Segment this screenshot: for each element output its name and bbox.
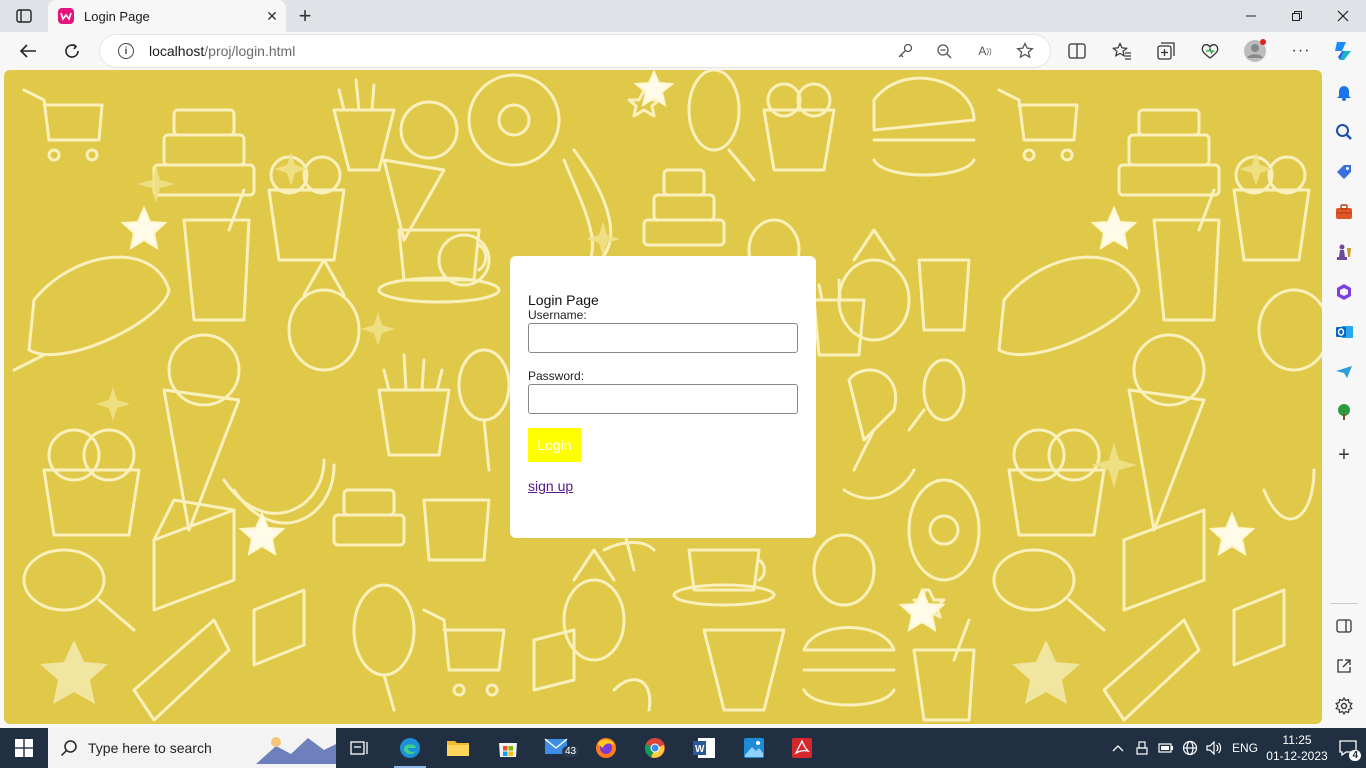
restore-icon[interactable] [1274, 0, 1320, 32]
refresh-icon[interactable] [57, 36, 87, 66]
acrobat-icon[interactable] [778, 728, 826, 768]
svg-text:W: W [695, 744, 705, 755]
system-tray: ENG 11:25 01-12-2023 4 [1106, 728, 1366, 768]
windows-start-icon[interactable] [0, 728, 48, 768]
tab-actions-icon[interactable] [8, 4, 40, 28]
tab-close-icon[interactable]: ✕ [258, 2, 286, 30]
hide-sidebar-icon[interactable] [1332, 614, 1356, 638]
photos-icon[interactable] [730, 728, 778, 768]
browser-essentials-icon[interactable] [1195, 36, 1225, 66]
key-icon[interactable] [895, 41, 915, 61]
tag-icon[interactable] [1332, 160, 1356, 184]
favorites-icon[interactable] [1107, 36, 1137, 66]
profile-avatar-icon[interactable] [1240, 36, 1270, 66]
task-view-icon[interactable] [336, 728, 384, 768]
tab-title: Login Page [84, 8, 150, 24]
network-icon[interactable] [1178, 728, 1202, 768]
edge-taskbar-icon[interactable] [386, 728, 434, 768]
login-button[interactable]: Login [528, 428, 581, 462]
split-screen-icon[interactable] [1062, 36, 1092, 66]
paper-plane-icon[interactable] [1332, 360, 1356, 384]
settings-more-icon[interactable]: ··· [1286, 36, 1316, 66]
favorite-star-icon[interactable] [1015, 41, 1035, 61]
external-link-icon[interactable] [1332, 654, 1356, 678]
search-highlight-image [256, 737, 336, 764]
address-bar[interactable]: i localhost/proj/login.html A)) [100, 35, 1050, 67]
windows-taskbar: Type here to search 43 W ENG 11:25 01-12… [0, 728, 1366, 768]
office-icon[interactable] [1332, 280, 1356, 304]
volume-icon[interactable] [1202, 728, 1226, 768]
login-title: Login Page [528, 292, 599, 308]
page-viewport: Login Page Username: Password: Login sig… [4, 70, 1322, 724]
read-aloud-icon[interactable]: A)) [975, 41, 995, 61]
new-tab-icon[interactable]: + [292, 3, 318, 28]
word-icon[interactable]: W [680, 728, 728, 768]
chrome-icon[interactable] [631, 728, 679, 768]
add-sidebar-icon[interactable]: + [1332, 443, 1356, 467]
sign-up-link[interactable]: sign up [528, 478, 573, 494]
firefox-icon[interactable] [582, 728, 630, 768]
file-explorer-icon[interactable] [434, 728, 482, 768]
taskbar-search-icon [60, 740, 77, 757]
password-label: Password: [528, 369, 585, 383]
username-label: Username: [528, 308, 587, 322]
url-text[interactable]: localhost/proj/login.html [149, 43, 295, 59]
back-arrow-icon[interactable] [13, 36, 43, 66]
site-info-icon[interactable]: i [118, 43, 134, 59]
notification-center-icon[interactable]: 4 [1330, 728, 1366, 768]
search-icon[interactable] [1332, 120, 1356, 144]
microsoft-store-icon[interactable] [484, 728, 532, 768]
sidebar-divider [1330, 603, 1358, 604]
sidebar-settings-icon[interactable] [1332, 694, 1356, 718]
webpage-favicon-icon [58, 8, 74, 24]
outlook-icon[interactable] [1332, 320, 1356, 344]
window-controls [1228, 0, 1366, 32]
battery-icon[interactable] [1154, 728, 1178, 768]
zoom-out-icon[interactable] [934, 41, 954, 61]
password-input[interactable] [528, 384, 798, 414]
clock-date: 01-12-2023 [1266, 749, 1328, 763]
language-indicator[interactable]: ENG [1226, 728, 1264, 768]
notification-count: 4 [1349, 750, 1361, 761]
chess-icon[interactable] [1332, 240, 1356, 264]
clock[interactable]: 11:25 01-12-2023 [1264, 732, 1330, 764]
tree-icon[interactable] [1332, 400, 1356, 424]
show-hidden-icons-icon[interactable] [1106, 728, 1130, 768]
tab-login-page[interactable]: Login Page ✕ [48, 0, 286, 32]
mail-icon[interactable]: 43 [534, 728, 582, 768]
minimize-icon[interactable] [1228, 0, 1274, 32]
username-input[interactable] [528, 323, 798, 353]
search-placeholder: Type here to search [88, 740, 212, 756]
login-card: Login Page Username: Password: Login sig… [510, 256, 816, 538]
taskbar-search-box[interactable]: Type here to search [48, 728, 336, 768]
close-window-icon[interactable] [1320, 0, 1366, 32]
copilot-icon[interactable] [1328, 36, 1358, 66]
clock-time: 11:25 [1282, 733, 1312, 747]
briefcase-icon[interactable] [1332, 200, 1356, 224]
browser-toolbar: i localhost/proj/login.html A)) ··· [0, 32, 1366, 70]
bell-icon[interactable] [1332, 80, 1356, 104]
edge-sidebar: + [1322, 70, 1366, 728]
collections-icon[interactable] [1151, 36, 1181, 66]
usb-icon[interactable] [1130, 728, 1154, 768]
title-bar: Login Page ✕ + [0, 0, 1366, 32]
mail-badge: 43 [562, 746, 580, 757]
